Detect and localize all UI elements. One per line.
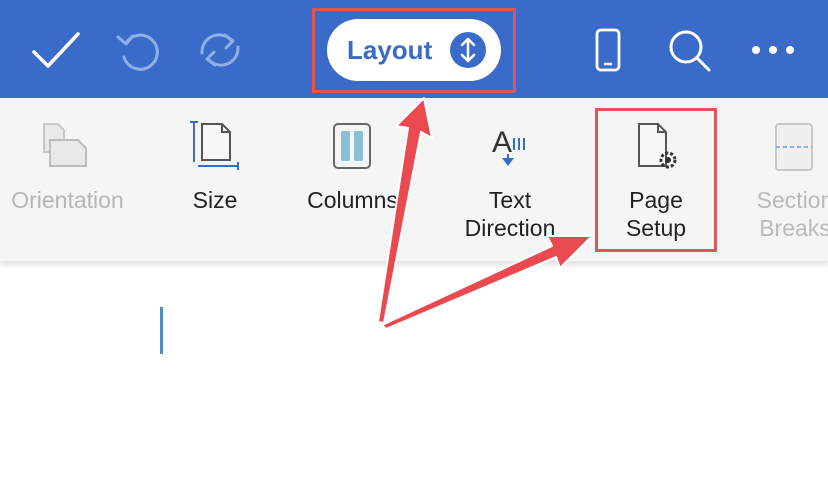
arrow-to-layout <box>377 97 433 324</box>
arrow-to-page-setup <box>381 235 593 330</box>
annotation-arrows <box>377 97 593 330</box>
